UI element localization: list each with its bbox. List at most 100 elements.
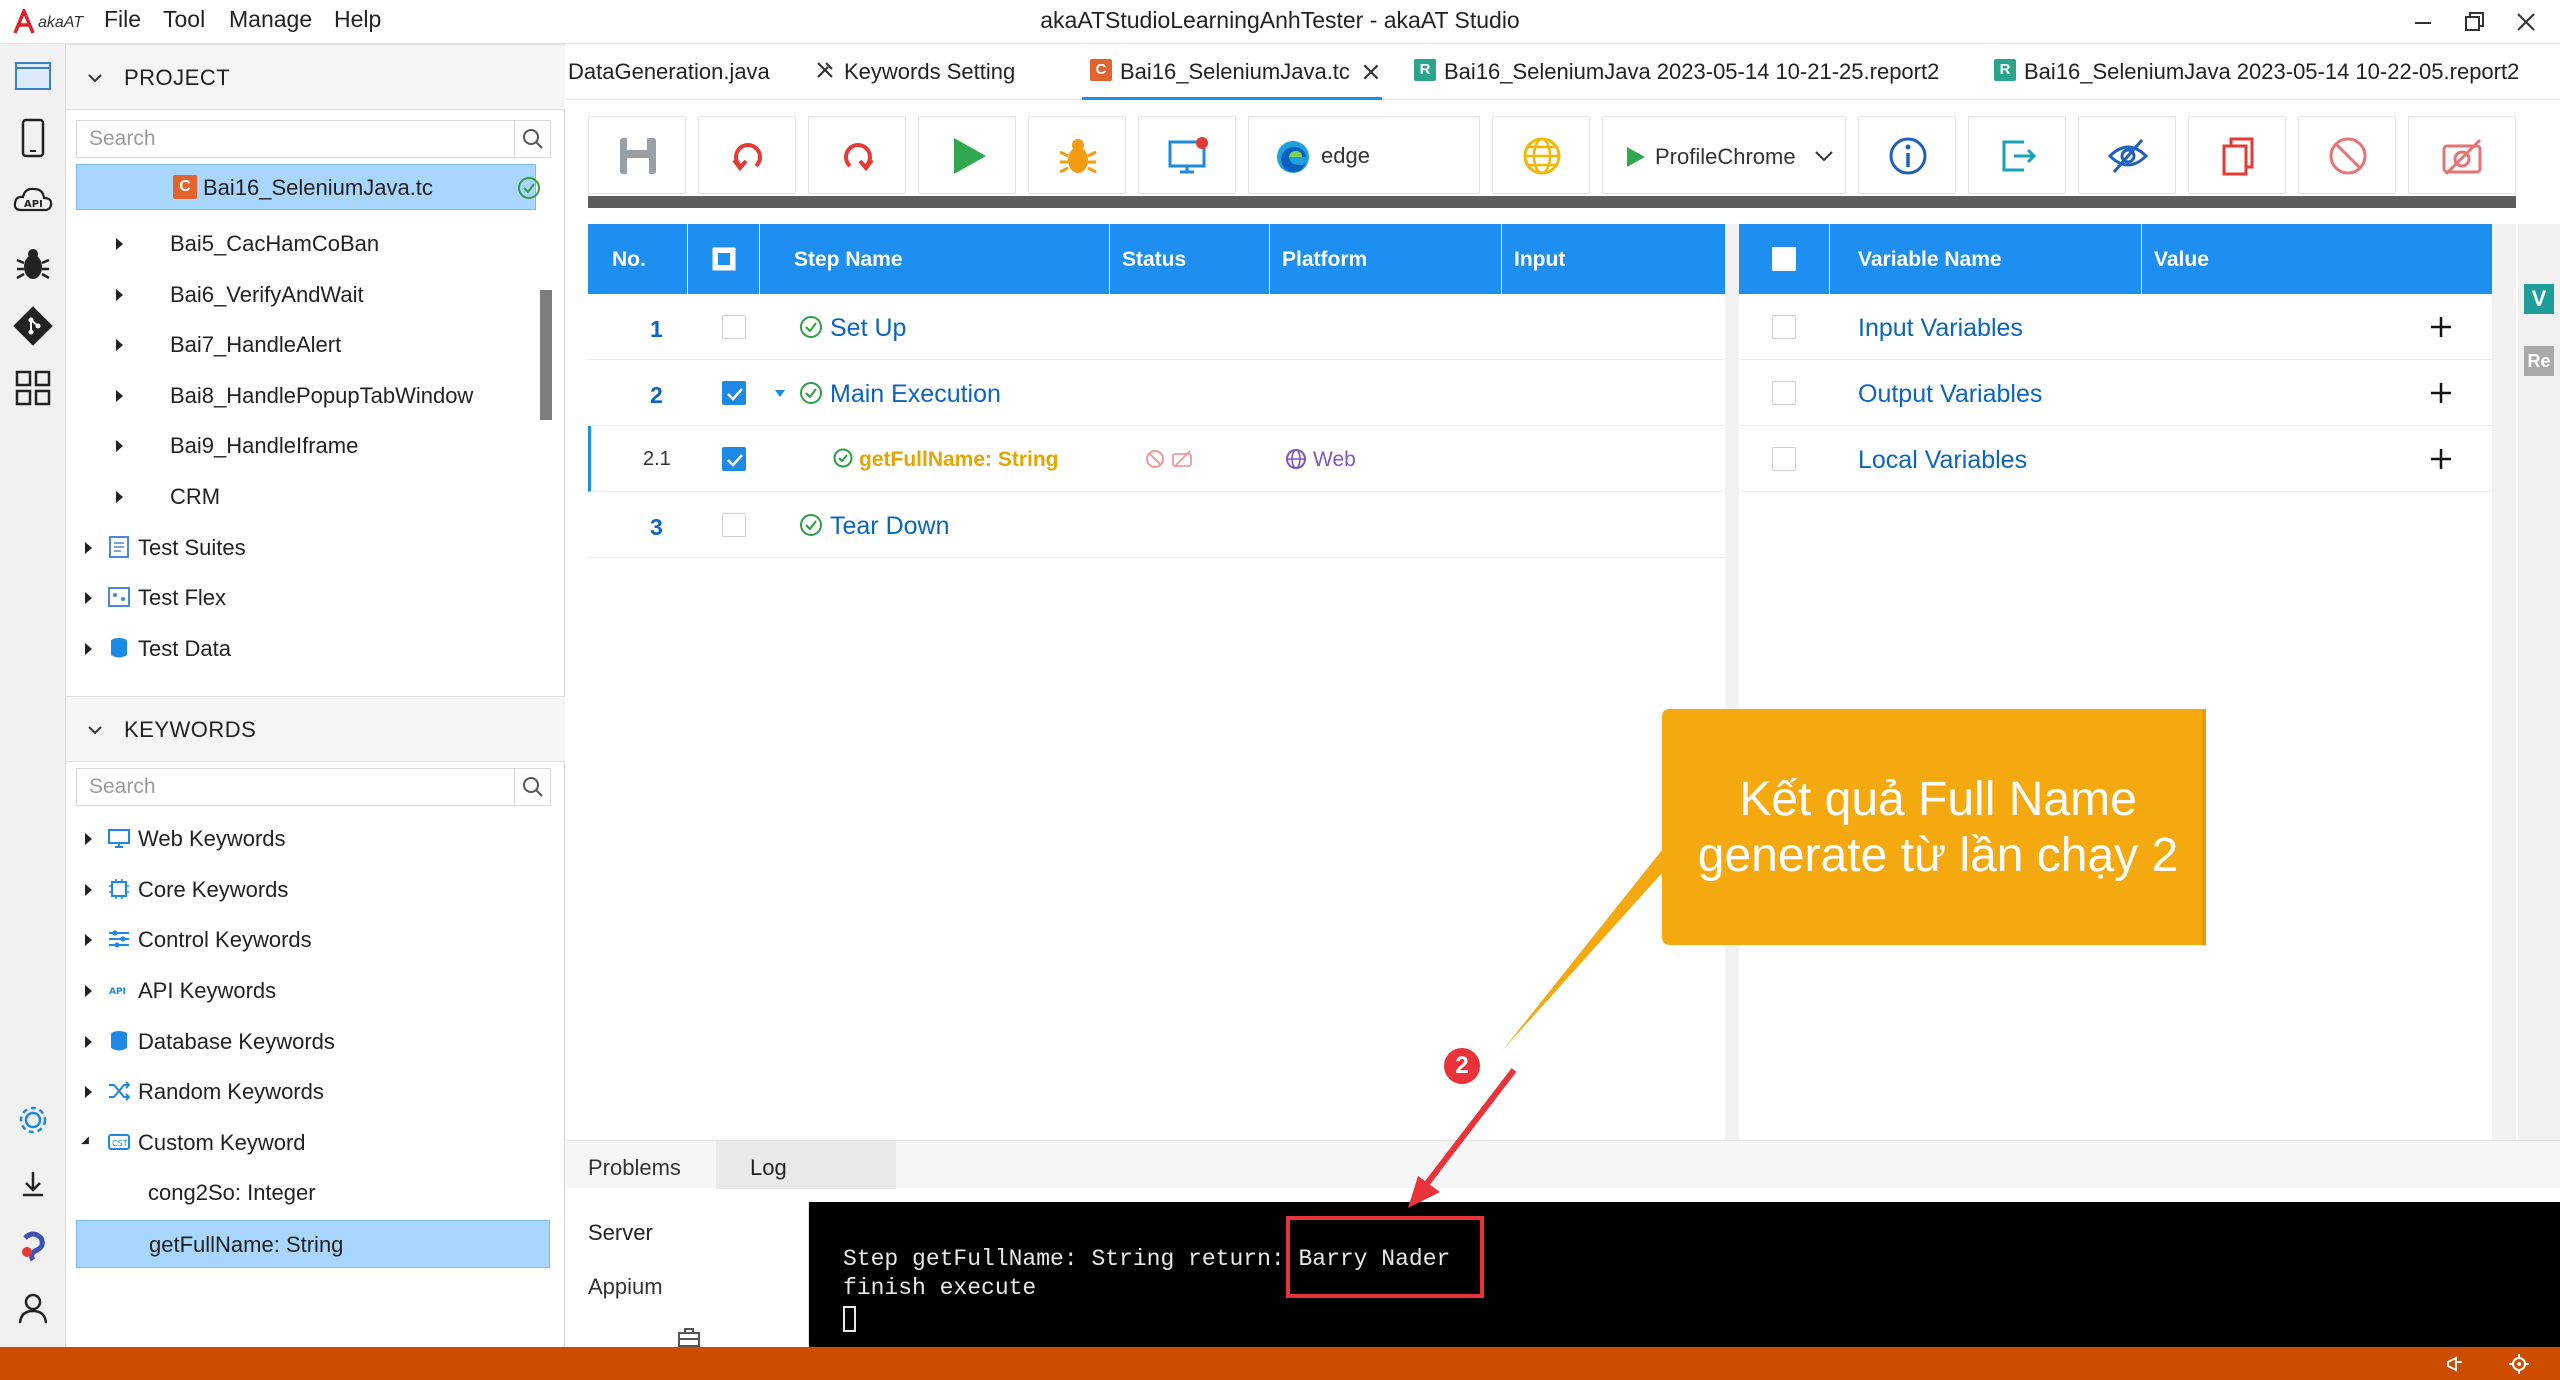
variable-checkbox[interactable] bbox=[1772, 315, 1796, 339]
location-icon[interactable] bbox=[2508, 1353, 2530, 1375]
browser-select[interactable]: edge bbox=[1248, 116, 1480, 194]
undo-button[interactable] bbox=[698, 116, 796, 194]
step-checkbox[interactable] bbox=[722, 447, 746, 471]
keyword-getfullname[interactable]: getFullName: String bbox=[76, 1220, 550, 1268]
project-item-test-data[interactable]: Test Data bbox=[66, 624, 526, 674]
close-window-button[interactable] bbox=[2508, 4, 2544, 40]
expand-icon[interactable] bbox=[774, 387, 786, 399]
keyword-api[interactable]: API API Keywords bbox=[66, 966, 526, 1016]
step-row-selected[interactable]: 2.1 getFullName: String Web bbox=[588, 426, 1724, 492]
hide-button[interactable] bbox=[2078, 116, 2176, 194]
add-icon[interactable] bbox=[2428, 380, 2454, 406]
project-item-crm[interactable]: CRM bbox=[66, 472, 526, 522]
project-item-bai16[interactable]: C Bai16_SeleniumJava.tc bbox=[76, 164, 540, 210]
keywords-search-input[interactable] bbox=[77, 769, 515, 805]
keyword-custom[interactable]: CST Custom Keyword bbox=[66, 1118, 526, 1168]
download-icon[interactable] bbox=[11, 1162, 55, 1206]
server-item[interactable]: Server bbox=[588, 1220, 653, 1246]
step-row[interactable]: 3 Tear Down bbox=[588, 492, 1724, 558]
project-item-bai6[interactable]: Bai6_VerifyAndWait bbox=[66, 270, 526, 320]
web-button[interactable] bbox=[1492, 116, 1590, 194]
explorer-icon[interactable] bbox=[11, 54, 55, 98]
step-checkbox[interactable] bbox=[722, 315, 746, 339]
disabled-icon[interactable] bbox=[1145, 449, 1165, 469]
step-row[interactable]: 2 Main Execution bbox=[588, 360, 1724, 426]
select-all-checkbox[interactable] bbox=[712, 247, 736, 271]
project-item-label: CRM bbox=[170, 484, 221, 509]
side-tab-variables[interactable]: V bbox=[2524, 284, 2554, 314]
project-item-bai9[interactable]: Bai9_HandleIframe bbox=[66, 421, 526, 471]
project-scrollbar[interactable] bbox=[540, 290, 552, 420]
tab-datageneration[interactable]: DataGeneration.java bbox=[566, 44, 770, 100]
screenshot-off-icon[interactable] bbox=[1171, 449, 1193, 469]
project-section-header[interactable]: PROJECT bbox=[66, 44, 565, 110]
project-item-bai5[interactable]: Bai5_CacHamCoBan bbox=[66, 219, 526, 269]
plugin-icon[interactable] bbox=[11, 1224, 55, 1268]
variable-checkbox[interactable] bbox=[1772, 447, 1796, 471]
api-icon[interactable]: API bbox=[11, 180, 55, 224]
step-checkbox[interactable] bbox=[722, 381, 746, 405]
keyword-random[interactable]: Random Keywords bbox=[66, 1067, 526, 1117]
run-button[interactable] bbox=[918, 116, 1016, 194]
notification-icon[interactable] bbox=[2444, 1353, 2466, 1375]
status-bar bbox=[0, 1347, 2560, 1380]
variable-row[interactable]: Output Variables bbox=[1740, 360, 2492, 426]
tab-report-2[interactable]: R Bai16_SeleniumJava 2023-05-14 10-22-05… bbox=[1994, 44, 2519, 100]
restore-button[interactable] bbox=[2456, 4, 2492, 40]
export-button[interactable] bbox=[1968, 116, 2066, 194]
extensions-icon[interactable] bbox=[11, 366, 55, 410]
variable-row[interactable]: Local Variables bbox=[1740, 426, 2492, 492]
keyword-web[interactable]: Web Keywords bbox=[66, 814, 526, 864]
keyword-database[interactable]: Database Keywords bbox=[66, 1017, 526, 1067]
project-item-test-flex[interactable]: Test Flex bbox=[66, 573, 526, 623]
toolbar: edge ProfileChrome bbox=[588, 116, 2538, 200]
step-row[interactable]: 1 Set Up bbox=[588, 294, 1724, 360]
appium-item[interactable]: Appium bbox=[588, 1274, 663, 1300]
variable-row[interactable]: Input Variables bbox=[1740, 294, 2492, 360]
copy-button[interactable] bbox=[2188, 116, 2286, 194]
keywords-section-header[interactable]: KEYWORDS bbox=[66, 696, 565, 762]
profile-select[interactable]: ProfileChrome bbox=[1602, 116, 1846, 194]
info-button[interactable] bbox=[1858, 116, 1956, 194]
project-search-input[interactable] bbox=[77, 121, 515, 157]
project-item-bai8[interactable]: Bai8_HandlePopupTabWindow bbox=[66, 371, 526, 421]
step-checkbox[interactable] bbox=[722, 513, 746, 537]
col-var-select[interactable] bbox=[1740, 224, 1830, 294]
remote-button[interactable] bbox=[1138, 116, 1236, 194]
git-icon[interactable] bbox=[11, 304, 55, 348]
side-tab-results[interactable]: Re bbox=[2524, 346, 2554, 376]
col-select-all[interactable] bbox=[688, 224, 760, 294]
tab-keywords-setting[interactable]: Keywords Setting bbox=[806, 44, 1036, 100]
tab-bai16-tc[interactable]: C Bai16_SeleniumJava.tc bbox=[1082, 44, 1382, 100]
project-item-label: Bai5_CacHamCoBan bbox=[170, 231, 380, 256]
keyword-control[interactable]: Control Keywords bbox=[66, 915, 526, 965]
tab-log[interactable]: Log bbox=[716, 1141, 896, 1189]
project-item-bai7[interactable]: Bai7_HandleAlert bbox=[66, 320, 526, 370]
tab-report-1[interactable]: R Bai16_SeleniumJava 2023-05-14 10-21-25… bbox=[1414, 44, 1939, 100]
mobile-icon[interactable] bbox=[11, 116, 55, 160]
browser-label: edge bbox=[1321, 143, 1370, 168]
disable-button[interactable] bbox=[2298, 116, 2396, 194]
keyword-core[interactable]: Core Keywords bbox=[66, 865, 526, 915]
minimize-button[interactable] bbox=[2405, 4, 2441, 40]
debug-button[interactable] bbox=[1028, 116, 1126, 194]
variables-vscroll-track[interactable] bbox=[2492, 224, 2516, 1164]
close-icon[interactable] bbox=[1360, 61, 1382, 83]
project-item-test-suites[interactable]: Test Suites bbox=[66, 523, 526, 573]
save-button[interactable] bbox=[588, 116, 686, 194]
screenshot-off-button[interactable] bbox=[2408, 116, 2516, 194]
col-status: Status bbox=[1110, 224, 1270, 294]
settings-icon[interactable] bbox=[11, 1098, 55, 1142]
search-icon[interactable] bbox=[514, 121, 550, 157]
redo-button[interactable] bbox=[808, 116, 906, 194]
add-icon[interactable] bbox=[2428, 314, 2454, 340]
account-icon[interactable] bbox=[11, 1286, 55, 1330]
search-icon[interactable] bbox=[514, 769, 550, 805]
add-icon[interactable] bbox=[2428, 446, 2454, 472]
keyword-cong2so[interactable]: cong2So: Integer bbox=[66, 1168, 526, 1218]
bug-icon[interactable] bbox=[11, 242, 55, 286]
toolbox-icon[interactable] bbox=[676, 1326, 702, 1348]
tab-problems[interactable]: Problems bbox=[588, 1155, 681, 1181]
var-select-all-checkbox[interactable] bbox=[1772, 247, 1796, 271]
variable-checkbox[interactable] bbox=[1772, 381, 1796, 405]
